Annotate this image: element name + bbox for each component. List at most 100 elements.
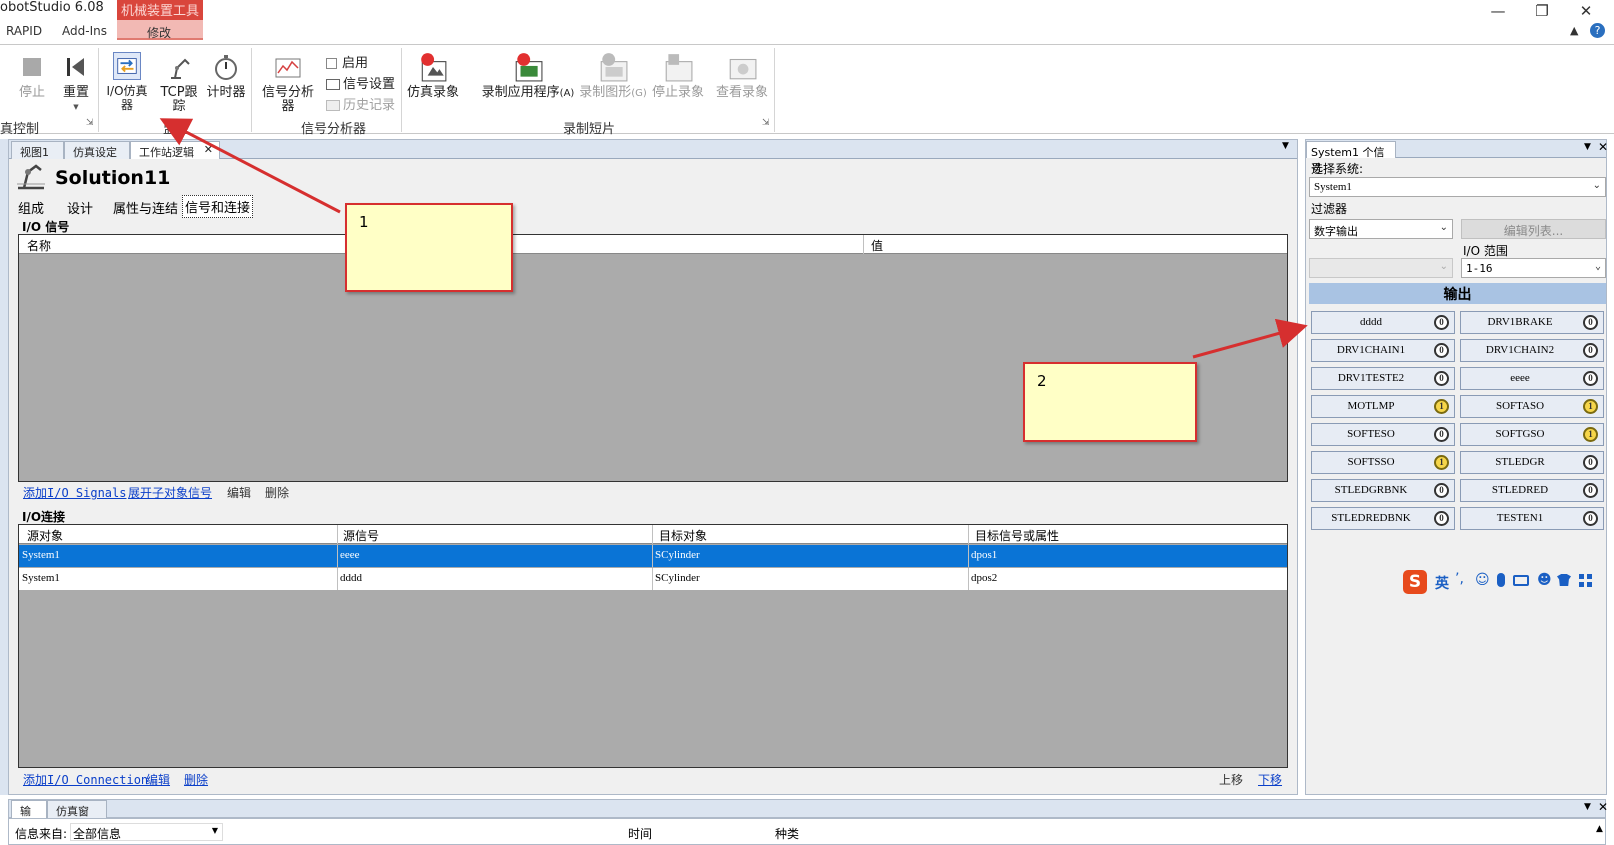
microphone-icon[interactable] xyxy=(1497,573,1505,587)
system-select[interactable]: System1 ⌄ xyxy=(1309,177,1606,197)
add-io-connection-link[interactable]: 添加I/O Connection xyxy=(23,771,148,788)
dialog-launcher-icon[interactable]: ⇲ xyxy=(86,118,94,128)
view-record-button[interactable]: 查看录象 xyxy=(714,52,770,100)
signal-button[interactable]: DRV1CHAIN2 0 xyxy=(1460,339,1604,362)
subtab-components[interactable]: 组成 xyxy=(18,198,44,217)
subtab-design[interactable]: 设计 xyxy=(67,198,93,217)
timer-button[interactable]: 计时器 xyxy=(205,54,247,100)
signal-state-led-icon: 0 xyxy=(1434,371,1449,386)
tab-sim-window[interactable]: 仿真窗口 xyxy=(47,800,107,834)
signal-button[interactable]: SOFTASO 1 xyxy=(1460,395,1604,418)
tab-modify[interactable]: 修改 xyxy=(147,24,171,41)
select-system-label: 选择系统: xyxy=(1311,162,1364,176)
tab-view1[interactable]: 视图1 xyxy=(11,141,64,159)
column-separator xyxy=(863,235,864,254)
tab-station-logic[interactable]: 工作站逻辑 ✕ xyxy=(130,141,220,159)
signal-button[interactable]: DRV1CHAIN1 0 xyxy=(1311,339,1455,362)
signal-button[interactable]: MOTLMP 1 xyxy=(1311,395,1455,418)
filter-select[interactable]: 数字输出 ⌄ xyxy=(1309,219,1453,239)
punctuation-icon[interactable]: ’, xyxy=(1455,571,1464,587)
dialog-launcher-icon[interactable]: ⇲ xyxy=(762,118,770,128)
signal-button[interactable]: SOFTGSO 1 xyxy=(1460,423,1604,446)
signal-button[interactable]: eeee 0 xyxy=(1460,367,1604,390)
signal-button[interactable]: STLEDGRBNK 0 xyxy=(1311,479,1455,502)
signal-analyzer-button[interactable]: 信号分析器 xyxy=(256,54,320,114)
signal-state-led-icon: 0 xyxy=(1434,427,1449,442)
tab-list-dropdown-icon[interactable]: ▼ xyxy=(1282,141,1289,151)
emoji-icon[interactable]: ☺ xyxy=(1475,572,1490,588)
column-header-value[interactable]: 值 xyxy=(871,237,883,254)
io-connections-grid[interactable]: 源对象 源信号 目标对象 目标信号或属性 System1 eeee SCylin… xyxy=(18,524,1288,768)
close-button[interactable]: ✕ xyxy=(1566,2,1606,22)
close-panel-icon[interactable]: ✕ xyxy=(1598,140,1608,154)
cell-source-object: System1 xyxy=(22,572,60,584)
record-app-button[interactable]: 录制应用程序(A) xyxy=(478,52,578,101)
tab-output[interactable]: 输出 xyxy=(11,800,47,834)
signal-button[interactable]: STLEDREDBNK 0 xyxy=(1311,507,1455,530)
column-header-source-object[interactable]: 源对象 xyxy=(27,527,63,544)
signals-panel-tab[interactable]: System1 个信号 xyxy=(1306,141,1396,175)
tab-sim-settings[interactable]: 仿真设定 xyxy=(64,141,130,159)
scroll-up-icon[interactable]: ▲ xyxy=(1596,824,1603,834)
signal-settings-button[interactable]: 信号设置 xyxy=(326,73,395,92)
help-icon[interactable]: ? xyxy=(1590,23,1605,38)
column-header-target-object[interactable]: 目标对象 xyxy=(659,527,707,544)
io-signals-grid[interactable]: 名称 值 xyxy=(18,234,1288,482)
edit-list-button[interactable]: 编辑列表... xyxy=(1461,219,1606,239)
stop-button[interactable]: 停止 xyxy=(14,54,50,100)
signal-button[interactable]: DRV1TESTE2 0 xyxy=(1311,367,1455,390)
minimize-button[interactable]: — xyxy=(1478,2,1518,22)
signal-button[interactable]: SOFTESO 0 xyxy=(1311,423,1455,446)
signal-button[interactable]: SOFTSSO 1 xyxy=(1311,451,1455,474)
move-up-action[interactable]: 上移 xyxy=(1219,771,1243,788)
move-down-link[interactable]: 下移 xyxy=(1258,771,1282,788)
ime-logo[interactable]: S xyxy=(1403,570,1427,594)
io-simulator-button[interactable]: I/O仿真器 xyxy=(103,52,151,112)
enable-checkbox[interactable]: 启用 xyxy=(326,52,368,71)
delete-connection-link[interactable]: 删除 xyxy=(184,771,208,788)
column-header-target-signal[interactable]: 目标信号或属性 xyxy=(975,527,1059,544)
ime-language-toggle[interactable]: 英 xyxy=(1435,573,1449,593)
subtab-signals-connections[interactable]: 信号和连接 xyxy=(182,195,254,218)
column-header-source-signal[interactable]: 源信号 xyxy=(343,527,379,544)
edit-connection-link[interactable]: 编辑 xyxy=(146,771,170,788)
edit-signal-action[interactable]: 编辑 xyxy=(227,484,251,501)
tab-rapid[interactable]: RAPID xyxy=(6,24,42,38)
toolbox-grid-icon[interactable] xyxy=(1579,574,1592,587)
reset-dropdown-icon[interactable]: ▼ xyxy=(58,100,94,114)
user-icon[interactable]: ☻ xyxy=(1537,572,1552,588)
delete-signal-action[interactable]: 删除 xyxy=(265,484,289,501)
expand-child-signals-link[interactable]: 展开子对象信号 xyxy=(128,484,212,501)
restore-button[interactable]: ❐ xyxy=(1522,2,1562,22)
column-header-type[interactable]: 种类 xyxy=(775,825,799,842)
sim-record-button[interactable]: 仿真录象 xyxy=(405,52,461,100)
panel-dropdown-icon[interactable]: ▼ xyxy=(1584,142,1591,152)
info-source-select[interactable]: 全部信息 ▼ xyxy=(70,823,223,841)
close-panel-icon[interactable]: ✕ xyxy=(1598,800,1608,814)
signal-button[interactable]: STLEDRED 0 xyxy=(1460,479,1604,502)
signal-button[interactable]: TESTEN1 0 xyxy=(1460,507,1604,530)
add-io-signals-link[interactable]: 添加I/O Signals xyxy=(23,484,126,501)
range-start-select[interactable]: ⌄ xyxy=(1309,258,1453,278)
tab-add-ins[interactable]: Add-Ins xyxy=(62,24,107,38)
signal-button[interactable]: dddd 0 xyxy=(1311,311,1455,334)
signal-button[interactable]: DRV1BRAKE 0 xyxy=(1460,311,1604,334)
stop-record-button[interactable]: 停止录象 xyxy=(650,52,706,100)
table-row[interactable]: System1 eeee SCylinder dpos1 xyxy=(19,545,1287,567)
record-graphics-button[interactable]: 录制图形(G) xyxy=(578,52,648,101)
table-row[interactable]: System1 dddd SCylinder dpos2 xyxy=(19,568,1287,590)
close-tab-icon[interactable]: ✕ xyxy=(204,143,213,156)
io-simulator-label: I/O仿真器 xyxy=(106,84,148,112)
io-range-select[interactable]: 1-16 ⌄ xyxy=(1461,258,1606,278)
column-header-name[interactable]: 名称 xyxy=(27,237,51,254)
tcp-trace-button[interactable]: TCP跟踪 xyxy=(155,54,203,114)
collapse-ribbon-icon[interactable]: ▲ xyxy=(1570,24,1578,37)
skin-shirt-icon[interactable] xyxy=(1557,574,1571,586)
history-button[interactable]: 历史记录 xyxy=(326,94,395,113)
keyboard-icon[interactable] xyxy=(1513,575,1529,586)
panel-dropdown-icon[interactable]: ▼ xyxy=(1584,802,1591,812)
column-header-time[interactable]: 时间 xyxy=(628,825,652,842)
signal-button[interactable]: STLEDGR 0 xyxy=(1460,451,1604,474)
subtab-properties-bindings[interactable]: 属性与连结 xyxy=(113,198,178,217)
reset-button[interactable]: 重置 ▼ xyxy=(58,54,94,114)
